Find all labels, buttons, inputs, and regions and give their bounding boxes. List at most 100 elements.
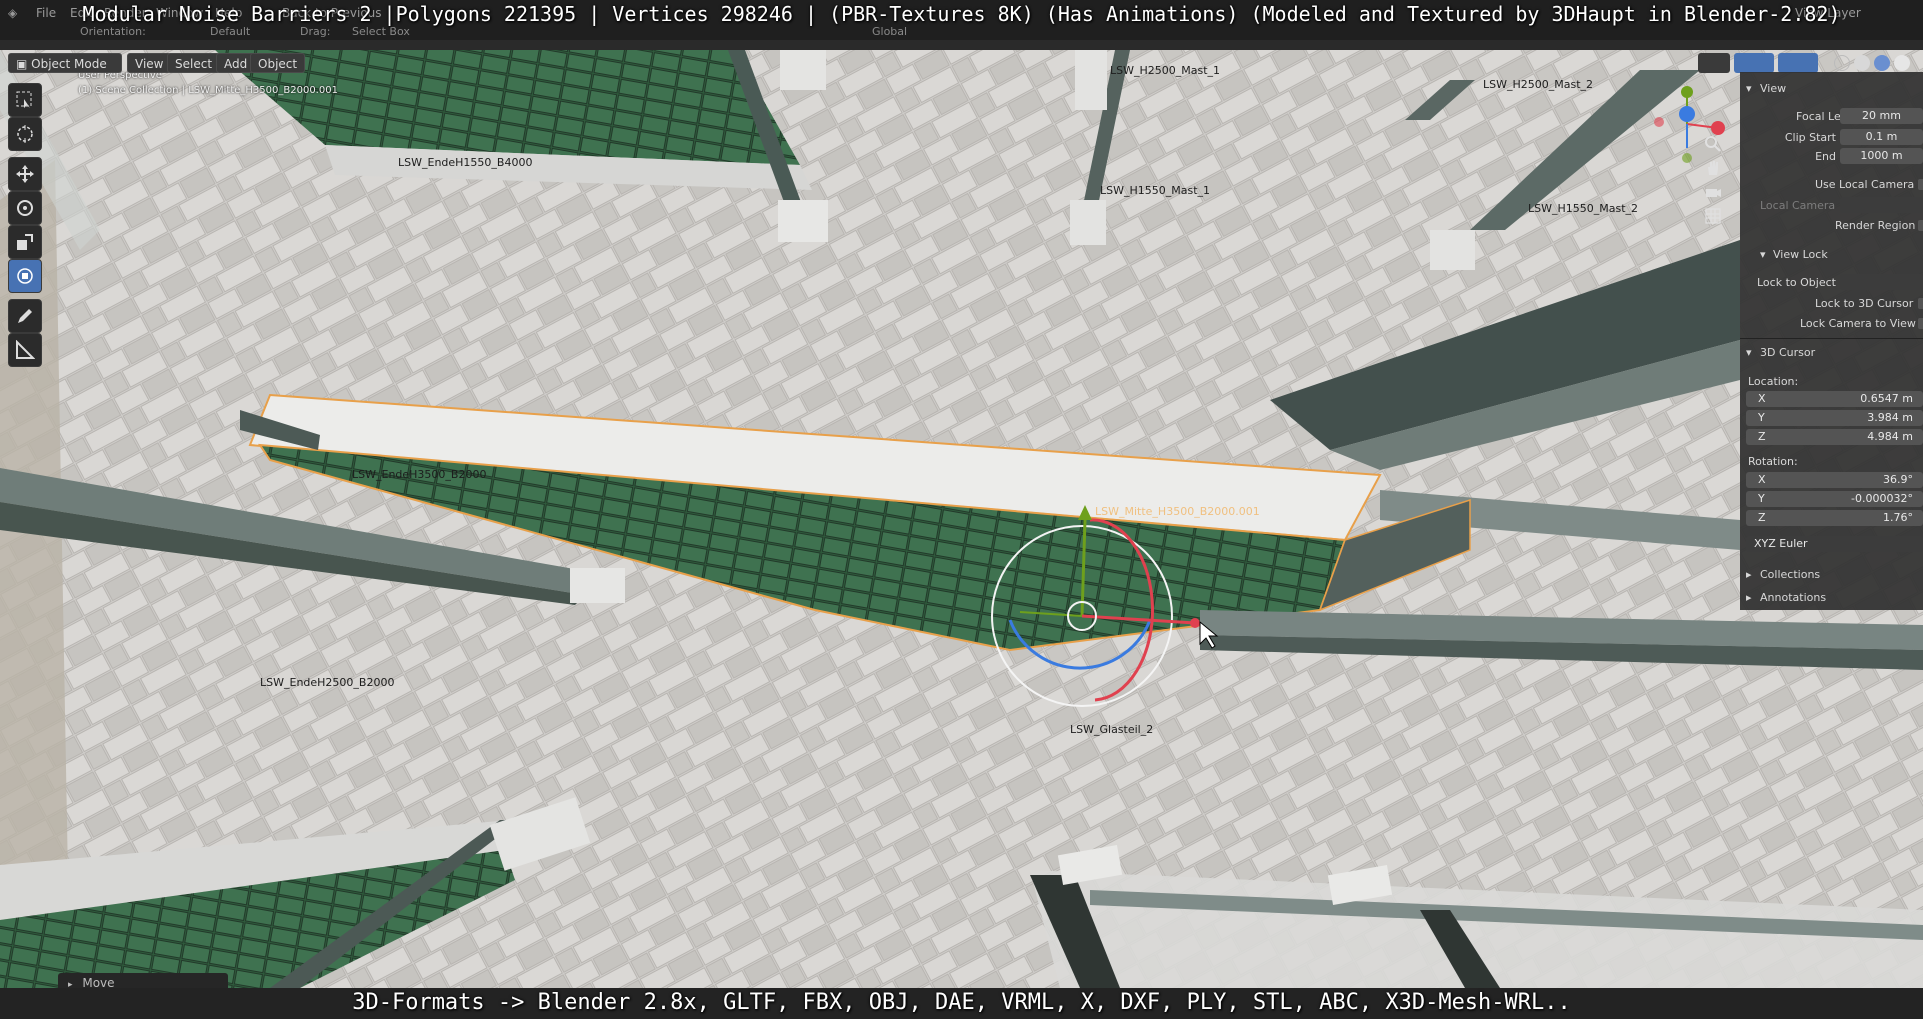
- collapse-arrow-icon[interactable]: ▾: [1746, 82, 1752, 95]
- axis-z-label: Z: [1758, 430, 1766, 443]
- focal-length-field[interactable]: 20 mm: [1840, 108, 1923, 124]
- post-base-2: [778, 200, 828, 242]
- collapse-arrow-icon[interactable]: ▸: [1746, 568, 1752, 581]
- axis-y-label: Y: [1758, 492, 1765, 505]
- collapse-arrow-icon[interactable]: ▾: [1760, 248, 1766, 261]
- label-mitte-selected: LSW_Mitte_H3500_B2000.001: [1095, 505, 1260, 518]
- mode-dropdown[interactable]: ▣ Object Mode ⌄: [8, 53, 122, 91]
- nav-y-axis-icon[interactable]: [1681, 86, 1693, 98]
- cursor-location-y-field[interactable]: Y 3.984 m: [1746, 410, 1923, 426]
- 3d-cursor-section-header[interactable]: 3D Cursor: [1760, 346, 1815, 359]
- nav-neg-x-icon[interactable]: [1654, 117, 1664, 127]
- wireframe-shading-icon[interactable]: [1834, 55, 1850, 71]
- measure-tool[interactable]: [8, 333, 42, 367]
- gizmo-x-handle-icon[interactable]: [1190, 618, 1200, 628]
- transform-tool[interactable]: [8, 259, 42, 293]
- cursor-location-z-value: 4.984 m: [1867, 430, 1913, 443]
- cursor-location-x-value: 0.6547 m: [1860, 392, 1913, 405]
- scale-tool[interactable]: [8, 225, 42, 259]
- location-label: Location:: [1748, 375, 1799, 388]
- orientation-dropdown[interactable]: Default: [210, 25, 250, 38]
- rotation-mode-dropdown[interactable]: XYZ Euler: [1746, 536, 1923, 552]
- rendered-shading-icon[interactable]: [1894, 55, 1910, 71]
- move-icon: [16, 165, 34, 183]
- mode-label: Object Mode: [31, 57, 107, 71]
- rotate-tool[interactable]: [8, 191, 42, 225]
- local-camera-label: Local Camera: [1760, 199, 1836, 212]
- rotation-label: Rotation:: [1748, 455, 1798, 468]
- nav-neg-y-icon[interactable]: [1682, 153, 1692, 163]
- collapse-arrow-icon[interactable]: ▾: [1746, 346, 1752, 359]
- lock-camera-to-view-checkbox[interactable]: [1918, 318, 1923, 329]
- cursor-location-z-field[interactable]: Z 4.984 m: [1746, 429, 1923, 445]
- lock-to-object-label: Lock to Object: [1757, 276, 1836, 289]
- label-h2500-mast-2: LSW_H2500_Mast_2: [1483, 78, 1594, 91]
- view-section-header[interactable]: View: [1760, 82, 1786, 95]
- overlay-toggle-icon[interactable]: [1778, 53, 1818, 73]
- label-ende-h3500-b2000: LSW_EndeH3500_B2000: [352, 468, 487, 481]
- lock-camera-to-view-label: Lock Camera to View: [1800, 317, 1916, 330]
- clip-end-field[interactable]: 1000 m: [1840, 148, 1923, 164]
- render-region-checkbox[interactable]: [1918, 220, 1923, 231]
- drag-label: Drag:: [300, 25, 331, 38]
- video-overlay-formats: 3D-Formats -> Blender 2.8x, GLTF, FBX, O…: [352, 990, 1571, 1015]
- lock-to-object-field[interactable]: [1840, 274, 1923, 290]
- label-h1550-mast-1: LSW_H1550_Mast_1: [1100, 184, 1211, 197]
- label-glasteil-2: LSW_Glasteil_2: [1070, 723, 1154, 736]
- material-shading-icon[interactable]: [1874, 55, 1890, 71]
- post-base-1: [780, 50, 826, 90]
- mast-base-top: [1075, 50, 1107, 110]
- mast-base-1: [1070, 200, 1106, 245]
- cursor-location-x-field[interactable]: X 0.6547 m: [1746, 391, 1923, 407]
- menu-object[interactable]: Object: [250, 53, 306, 73]
- annotate-tool[interactable]: [8, 299, 42, 333]
- measure-ruler-icon: [16, 340, 35, 359]
- solid-shading-icon[interactable]: [1854, 55, 1870, 71]
- menu-select[interactable]: Select: [167, 53, 221, 73]
- collapse-arrow-icon[interactable]: ▸: [1746, 591, 1752, 604]
- cursor-rotation-y-field[interactable]: Y -0.000032°: [1746, 491, 1923, 507]
- cursor-rotation-x-value: 36.9°: [1883, 473, 1913, 486]
- 3d-viewport[interactable]: LSW_H2500_Mast_1 LSW_H2500_Mast_2 LSW_En…: [0, 50, 1923, 988]
- label-h2500-mast-1: LSW_H2500_Mast_1: [1110, 64, 1221, 77]
- annotations-section-header[interactable]: Annotations: [1760, 591, 1826, 604]
- lock-to-3d-cursor-label: Lock to 3D Cursor: [1815, 297, 1914, 310]
- clip-start-label: Clip Start: [1784, 131, 1836, 144]
- ortho-grid-icon[interactable]: [1701, 204, 1725, 228]
- cursor-rotation-x-field[interactable]: X 36.9°: [1746, 472, 1923, 488]
- clip-start-field[interactable]: 0.1 m: [1840, 129, 1923, 145]
- video-overlay-title: Modular Noise Barriers 2 |Polygons 22139…: [82, 2, 1841, 26]
- blender-window: ◈ File Edit Render Window Help Back to P…: [0, 0, 1923, 1019]
- collections-section-header[interactable]: Collections: [1760, 568, 1820, 581]
- header-shading-buttons: [1698, 53, 1923, 73]
- camera-view-icon[interactable]: [1701, 180, 1725, 204]
- nav-z-axis-icon[interactable]: [1679, 106, 1695, 122]
- object-mode-icon: ▣: [16, 57, 32, 71]
- viewport-collection-text: (1) Scene Collection | LSW_Mitte_H3500_B…: [78, 85, 338, 96]
- visibility-icon[interactable]: [1698, 53, 1730, 73]
- cursor-tool[interactable]: [8, 117, 42, 151]
- lock-to-3d-cursor-checkbox[interactable]: [1918, 298, 1923, 309]
- gizmo-toggle-icon[interactable]: [1734, 53, 1774, 73]
- local-camera-field[interactable]: [1840, 197, 1923, 213]
- cursor-rotation-y-value: -0.000032°: [1851, 492, 1913, 505]
- move-tool[interactable]: [8, 157, 42, 191]
- nav-x-axis-icon[interactable]: [1711, 121, 1725, 135]
- cursor-rotation-z-value: 1.76°: [1883, 511, 1913, 524]
- drag-dropdown[interactable]: Select Box: [352, 25, 410, 38]
- label-ende-h1550-b4000: LSW_EndeH1550_B4000: [398, 156, 533, 169]
- transform-orientation-dropdown[interactable]: Global: [872, 25, 907, 38]
- select-box-tool[interactable]: [8, 83, 42, 117]
- use-local-camera-checkbox[interactable]: [1918, 179, 1923, 190]
- menu-view[interactable]: View: [127, 53, 172, 73]
- navigation-gizmo[interactable]: [1645, 82, 1735, 172]
- view-lock-section-header[interactable]: View Lock: [1773, 248, 1828, 261]
- cursor-rotation-z-field[interactable]: Z 1.76°: [1746, 510, 1923, 526]
- label-ende-h2500-b2000: LSW_EndeH2500_B2000: [260, 676, 395, 689]
- label-h1550-mast-2: LSW_H1550_Mast_2: [1528, 202, 1639, 215]
- viewport-scene: [0, 50, 1923, 988]
- scale-icon: [17, 234, 33, 250]
- axis-x-label: X: [1758, 392, 1766, 405]
- rotate-icon: [17, 200, 33, 216]
- mast-base-2: [1430, 230, 1475, 270]
